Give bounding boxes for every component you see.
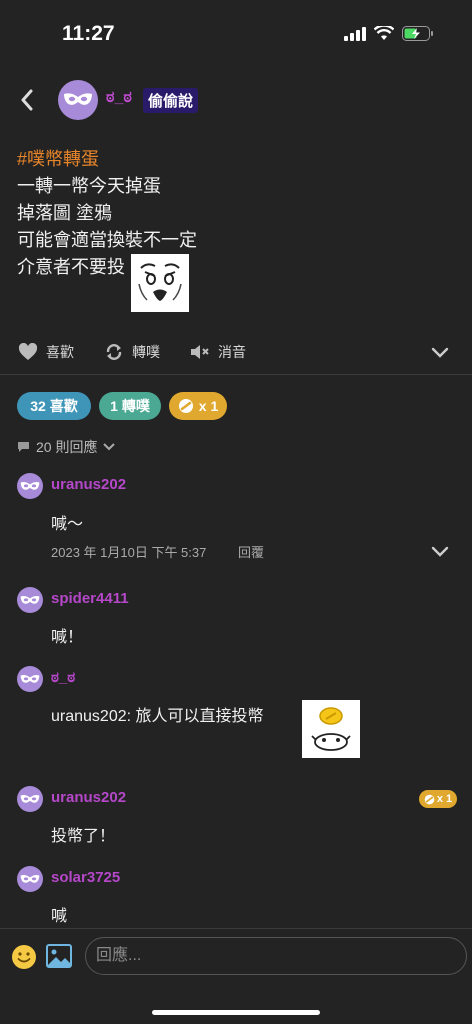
comment-item: uranus202 喊～ 2023 年 1月10日 下午 5:37 回覆 — [17, 473, 457, 563]
commenter-avatar[interactable] — [17, 587, 43, 613]
mask-icon — [20, 794, 40, 803]
replurk-label: 轉噗 — [132, 344, 160, 360]
mask-icon — [20, 674, 40, 683]
like-button[interactable]: 喜歡 — [18, 342, 74, 362]
replurk-icon — [106, 344, 122, 360]
wifi-icon — [374, 26, 394, 40]
commenter-avatar[interactable] — [17, 473, 43, 499]
comment-coin-count: x 1 — [436, 793, 453, 805]
image-upload-button[interactable] — [46, 944, 72, 973]
coin-icon — [424, 794, 435, 804]
like-label: 喜歡 — [46, 344, 74, 360]
chevron-left-icon — [21, 89, 33, 111]
comment-text: 喊 — [51, 908, 68, 925]
post-line-4-text: 介意者不要投 — [17, 257, 125, 277]
reply-input[interactable] — [85, 937, 467, 975]
author-avatar[interactable] — [58, 80, 98, 120]
comment-options-button[interactable] — [431, 545, 449, 563]
back-button[interactable] — [14, 86, 40, 114]
reply-link[interactable]: 回覆 — [238, 542, 264, 561]
comment-text: uranus202: 旅人可以直接投幣 — [51, 708, 264, 725]
comment-text: 喊！ — [51, 629, 84, 646]
home-indicator — [152, 1010, 320, 1015]
post-line-2: 掉落圖 塗鴉 — [17, 203, 113, 223]
comment-text: 喊～ — [51, 516, 84, 533]
comment-item: solar3725 喊 — [17, 866, 457, 926]
coin-sticker[interactable] — [302, 700, 360, 758]
mute-button[interactable]: 消音 — [190, 342, 246, 362]
speaker-muted-icon — [191, 345, 209, 359]
battery-charging-icon — [402, 26, 433, 41]
reply-count-label: 20 則回應 — [36, 439, 98, 455]
emoji-button[interactable] — [11, 944, 37, 975]
mask-icon — [20, 595, 40, 604]
post-line-4: 介意者不要投 — [17, 254, 457, 312]
post-body: #噗幣轉蛋 一轉一幣今天掉蛋 掉落圖 塗鴉 可能會適當換裝不一定 介意者不要投 — [17, 146, 457, 312]
chevron-down-icon — [103, 443, 116, 451]
post-header: ಠ_ಠ 偷偷說 — [0, 76, 472, 124]
coins-count: x 1 — [198, 398, 219, 414]
status-time: 11:27 — [62, 22, 115, 45]
commenter-name[interactable]: solar3725 — [51, 869, 120, 886]
action-bar: 喜歡 轉噗 消音 — [0, 338, 472, 370]
post-line-3: 可能會適當換裝不一定 — [17, 230, 197, 250]
status-bar: 11:27 — [0, 0, 472, 70]
signal-icon — [344, 26, 366, 41]
comment-text: 投幣了！ — [51, 828, 116, 845]
likes-pill[interactable]: 32 喜歡 — [17, 392, 91, 420]
speech-bubble-icon — [18, 442, 29, 452]
comment-timestamp: 2023 年 1月10日 下午 5:37 — [51, 545, 207, 560]
comment-item: uranus202 x 1 投幣了！ — [17, 786, 457, 846]
replurk-button[interactable]: 轉噗 — [104, 342, 160, 362]
replurks-pill[interactable]: 1 轉噗 — [99, 392, 161, 420]
mute-label: 消音 — [218, 344, 246, 360]
commenter-avatar[interactable] — [17, 786, 43, 812]
comment-item: ಠ_ಠ uranus202: 旅人可以直接投幣 — [17, 666, 457, 766]
board-badge[interactable]: 偷偷說 — [143, 88, 199, 113]
post-hashtag[interactable]: #噗幣轉蛋 — [17, 146, 457, 173]
expand-post-button[interactable] — [431, 346, 449, 364]
heart-icon — [18, 343, 38, 360]
reply-count-toggle[interactable]: 20 則回應 — [17, 437, 116, 457]
post-line-1: 一轉一幣今天掉蛋 — [17, 176, 161, 196]
comment-coin-badge: x 1 — [419, 790, 457, 808]
chevron-down-icon — [431, 347, 449, 358]
meme-sticker[interactable] — [131, 254, 189, 312]
reply-input-bar — [0, 928, 472, 1024]
commenter-name[interactable]: uranus202 — [51, 476, 126, 493]
smiley-icon — [12, 945, 36, 969]
commenter-avatar[interactable] — [17, 866, 43, 892]
commenter-avatar[interactable] — [17, 666, 43, 692]
commenter-name[interactable]: spider4411 — [51, 590, 129, 607]
chevron-down-icon — [431, 546, 449, 557]
mask-icon — [64, 93, 92, 105]
divider — [0, 374, 472, 375]
mask-icon — [20, 481, 40, 490]
author-name[interactable]: ಠ_ಠ — [106, 89, 132, 107]
mask-icon — [20, 874, 40, 883]
comment-item: spider4411 喊！ — [17, 587, 457, 647]
coins-pill[interactable]: x 1 — [169, 392, 227, 420]
image-icon — [46, 944, 72, 968]
status-icons — [344, 26, 434, 41]
coin-icon — [178, 399, 193, 413]
commenter-name[interactable]: ಠ_ಠ — [51, 669, 75, 686]
commenter-name[interactable]: uranus202 — [51, 789, 126, 806]
